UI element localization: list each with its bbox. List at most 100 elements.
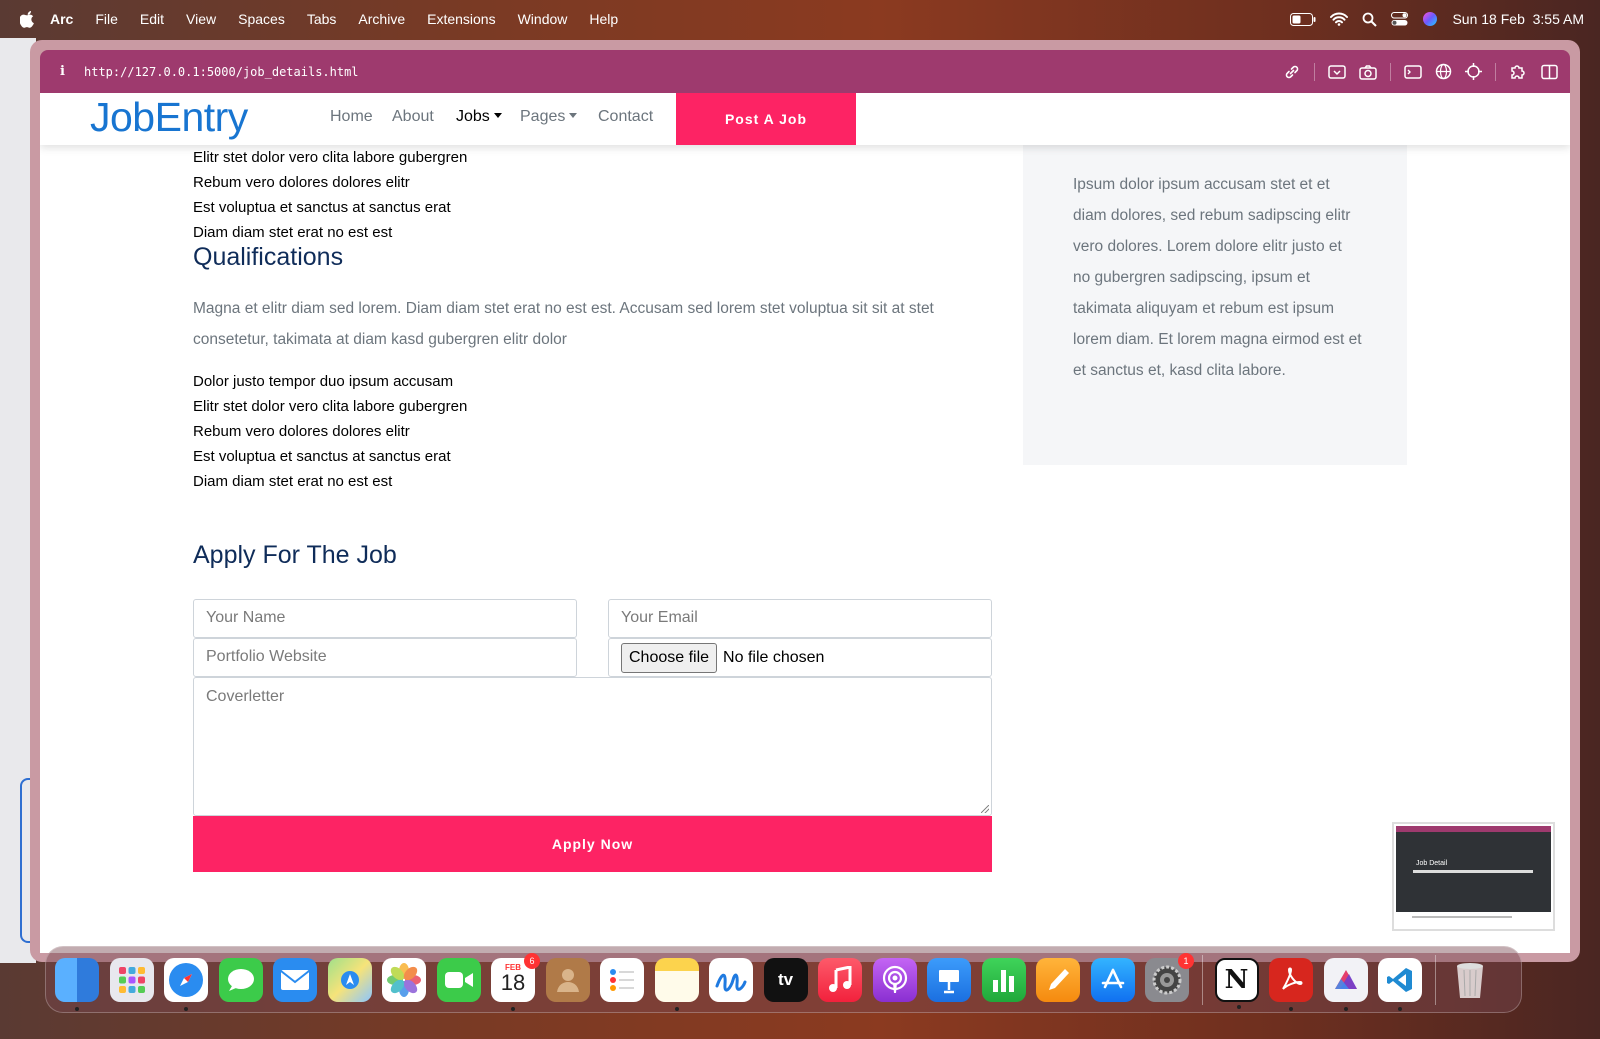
apple-tv-icon[interactable]: tv — [763, 957, 808, 1002]
vscode-icon[interactable] — [1378, 957, 1422, 1011]
email-input[interactable]: Your Email — [608, 599, 992, 638]
affinity-icon[interactable] — [1323, 957, 1368, 1011]
control-center-icon[interactable] — [1391, 12, 1409, 26]
menu-app-name[interactable]: Arc — [50, 11, 73, 27]
site-info-icon[interactable]: i — [60, 64, 84, 79]
apply-now-button[interactable]: Apply Now — [193, 816, 992, 872]
qualifications-paragraph: Magna et elitr diam sed lorem. Diam diam… — [193, 300, 934, 348]
calendar-day: 18 — [500, 970, 526, 995]
calendar-icon[interactable]: FEB 18 6 — [491, 952, 540, 1011]
choose-file-button[interactable]: Choose file — [621, 642, 718, 673]
list-item: Diam diam stet erat no est est — [193, 473, 393, 490]
menu-archive[interactable]: Archive — [358, 11, 405, 27]
menu-help[interactable]: Help — [589, 11, 618, 27]
calendar-badge: 6 — [524, 952, 540, 969]
app-store-icon[interactable] — [1090, 957, 1135, 1002]
safari-icon[interactable] — [164, 957, 208, 1011]
toolbar-actions — [1283, 50, 1558, 93]
url-bar[interactable]: http://127.0.0.1:5000/job_details.html — [84, 65, 359, 79]
contacts-icon[interactable] — [545, 957, 590, 1002]
spotlight-search-icon[interactable] — [1362, 12, 1378, 27]
notion-label: N — [1224, 964, 1249, 995]
portfolio-input[interactable]: Portfolio Website — [193, 638, 577, 677]
company-detail-card: Ipsum dolor ipsum accusam stet et et dia… — [1023, 145, 1407, 465]
capture-icon[interactable] — [1328, 64, 1346, 80]
maps-icon[interactable] — [327, 957, 372, 1002]
list-item: Elitr stet dolor vero clita labore guber… — [193, 149, 468, 166]
notes-icon[interactable] — [654, 957, 699, 1011]
toolbar-divider — [1390, 62, 1391, 81]
developer-console-icon[interactable] — [1404, 64, 1422, 80]
coverletter-textarea[interactable]: Coverletter — [193, 677, 992, 816]
file-status: No file chosen — [723, 648, 825, 666]
siri-icon[interactable] — [1422, 11, 1438, 27]
numbers-icon[interactable] — [981, 957, 1026, 1002]
nav-home[interactable]: Home — [330, 108, 373, 126]
list-item: Est voluptua et sanctus at sanctus erat — [193, 448, 451, 465]
finder-icon[interactable] — [55, 957, 99, 1011]
nav-pages-dropdown[interactable]: Pages — [520, 108, 578, 126]
menu-file[interactable]: File — [95, 11, 118, 27]
menu-view[interactable]: View — [186, 11, 216, 27]
launchpad-icon[interactable] — [109, 957, 154, 1002]
nav-jobs-dropdown[interactable]: Jobs — [456, 108, 502, 126]
menu-clock[interactable]: Sun 18 Feb 3:55 AM — [1452, 11, 1584, 27]
podcasts-icon[interactable] — [872, 957, 917, 1002]
globe-icon[interactable] — [1435, 63, 1452, 80]
wifi-icon[interactable] — [1330, 12, 1349, 26]
trash-icon[interactable] — [1448, 958, 1492, 1002]
nav-jobs-label: Jobs — [456, 108, 490, 125]
list-item: Rebum vero dolores dolores elitr — [193, 423, 410, 440]
freeform-icon[interactable] — [709, 957, 753, 1002]
apple-menu-icon[interactable] — [20, 10, 36, 28]
menu-tabs[interactable]: Tabs — [307, 11, 337, 27]
apply-heading: Apply For The Job — [193, 541, 397, 569]
system-settings-icon[interactable]: 1 — [1145, 952, 1194, 1002]
nav-about[interactable]: About — [392, 108, 434, 126]
messages-icon[interactable] — [218, 957, 263, 1002]
split-view-icon[interactable] — [1541, 64, 1558, 80]
site-navbar: JobEntry Home About Jobs Pages Contact P… — [40, 93, 1570, 145]
keynote-icon[interactable] — [927, 957, 971, 1002]
pages-icon[interactable] — [1036, 957, 1080, 1002]
list-item: Rebum vero dolores dolores elitr — [193, 174, 410, 191]
menu-window[interactable]: Window — [518, 11, 568, 27]
copy-link-icon[interactable] — [1283, 63, 1301, 81]
list-item: Dolor justo tempor duo ipsum accusam — [193, 373, 454, 390]
list-item: Est voluptua et sanctus at sanctus erat — [193, 199, 451, 216]
notion-icon[interactable]: N — [1214, 957, 1259, 1009]
mail-icon[interactable] — [273, 957, 317, 1002]
web-page: JobEntry Home About Jobs Pages Contact P… — [40, 93, 1570, 953]
settings-badge: 1 — [1178, 952, 1194, 969]
post-job-button[interactable]: Post A Job — [676, 93, 856, 145]
menu-extensions[interactable]: Extensions — [427, 11, 495, 27]
nav-pages-label: Pages — [520, 108, 566, 125]
apple-tv-label: tv — [777, 969, 794, 989]
macos-menu-bar: Arc File Edit View Spaces Tabs Archive E… — [0, 0, 1600, 38]
menu-spaces[interactable]: Spaces — [238, 11, 285, 27]
photos-icon[interactable] — [382, 957, 426, 1002]
thumbnail-line — [1412, 916, 1512, 918]
macos-dock: FEB 18 6 tv 1 N — [45, 946, 1522, 1013]
screenshot-thumbnail[interactable]: Job Detail — [1392, 822, 1555, 931]
reminders-icon[interactable] — [600, 957, 644, 1002]
browser-window: i http://127.0.0.1:5000/job_details.html… — [30, 40, 1580, 962]
status-area: Sun 18 Feb 3:55 AM — [1290, 0, 1584, 38]
music-icon[interactable] — [818, 957, 862, 1002]
facetime-icon[interactable] — [436, 957, 481, 1002]
resize-handle-icon[interactable] — [981, 805, 989, 813]
nav-contact[interactable]: Contact — [598, 108, 653, 126]
acrobat-icon[interactable] — [1269, 957, 1313, 1011]
resume-file-input[interactable]: Choose file No file chosen — [608, 638, 992, 677]
camera-icon[interactable] — [1359, 64, 1377, 80]
chevron-down-icon — [569, 113, 578, 118]
extensions-icon[interactable] — [1509, 63, 1528, 80]
menu-edit[interactable]: Edit — [140, 11, 164, 27]
battery-icon[interactable] — [1290, 12, 1316, 26]
crosshair-icon[interactable] — [1465, 63, 1482, 80]
responsibility-list: Elitr stet dolor vero clita labore guber… — [193, 145, 467, 245]
browser-toolbar: i http://127.0.0.1:5000/job_details.html — [40, 50, 1570, 93]
name-input[interactable]: Your Name — [193, 599, 577, 638]
company-detail-text: Ipsum dolor ipsum accusam stet et et dia… — [1073, 176, 1362, 379]
brand-logo[interactable]: JobEntry — [90, 94, 248, 141]
